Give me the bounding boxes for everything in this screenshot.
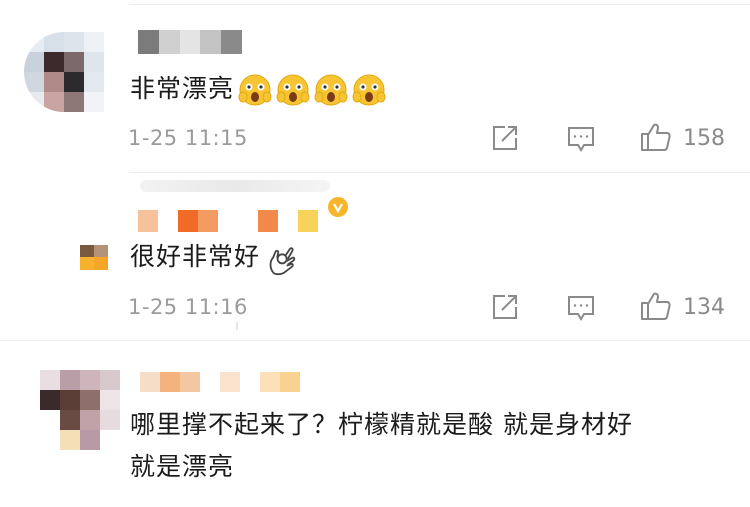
- avatar[interactable]: [40, 370, 120, 450]
- top-divider: [130, 4, 750, 5]
- comment-body: 非常漂亮: [130, 74, 235, 103]
- divider: [0, 340, 750, 341]
- username[interactable]: [138, 210, 338, 232]
- timestamp: 1-25 11:15: [128, 126, 248, 150]
- reply-icon[interactable]: [566, 124, 596, 154]
- shocked-face-icon: [238, 73, 272, 107]
- avatar[interactable]: [24, 32, 104, 112]
- share-icon[interactable]: [491, 293, 519, 321]
- thumbs-up-icon[interactable]: [640, 290, 672, 322]
- timestamp: 1-25 11:16: [128, 295, 248, 319]
- avatar[interactable]: [80, 232, 108, 270]
- comment-text-line-1: 哪里撑不起来了？柠檬精就是酸 就是身材好: [130, 410, 633, 439]
- thumbs-up-icon[interactable]: [640, 121, 672, 153]
- comment-text: 很好非常好: [130, 240, 296, 276]
- cursor-caret: [236, 322, 238, 330]
- reply-icon[interactable]: [566, 293, 596, 323]
- shocked-face-icon: [314, 73, 348, 107]
- like-count: 158: [683, 126, 725, 151]
- like-count: 134: [683, 295, 725, 320]
- comment-body: 很好非常好: [130, 242, 261, 271]
- ok-hand-icon: [264, 243, 296, 276]
- shocked-face-icon: [352, 73, 386, 107]
- share-icon[interactable]: [491, 124, 519, 152]
- blurred-header: [140, 180, 330, 192]
- username[interactable]: [140, 372, 320, 392]
- username[interactable]: [138, 30, 242, 54]
- divider: [130, 172, 750, 173]
- vip-badge-icon: [325, 194, 351, 220]
- comment-text-line-2: 就是漂亮: [130, 452, 235, 481]
- shocked-face-icon: [276, 73, 310, 107]
- comment-text: 非常漂亮: [130, 72, 386, 107]
